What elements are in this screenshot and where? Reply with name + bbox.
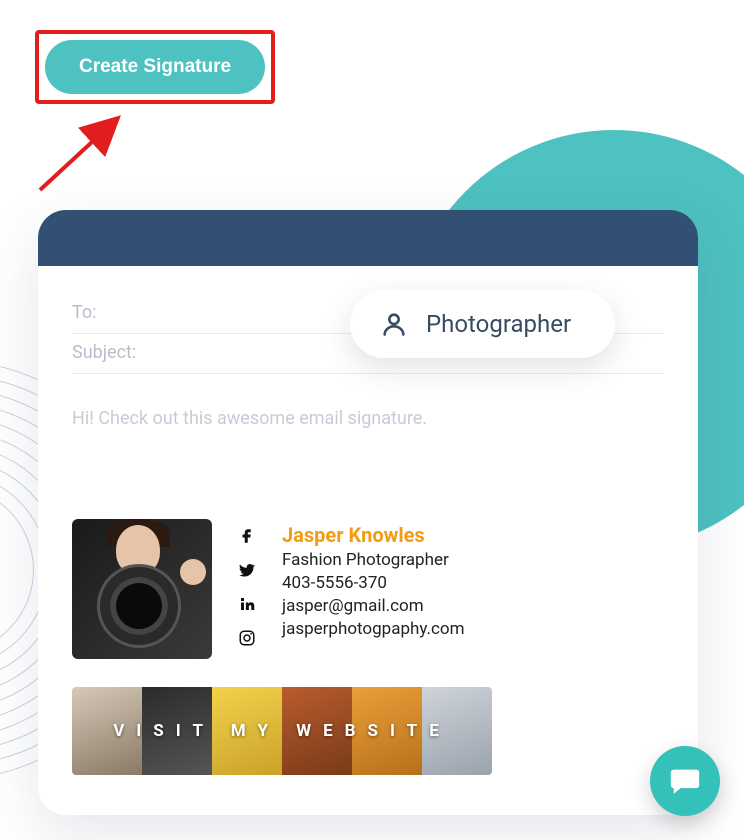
avatar: [72, 519, 212, 659]
facebook-icon[interactable]: [238, 527, 256, 545]
signature-banner[interactable]: VISIT MY WEBSITE: [72, 687, 492, 775]
annotation-arrow-icon: [30, 110, 140, 200]
banner-text: VISIT MY WEBSITE: [72, 687, 492, 775]
category-pill-label: Photographer: [426, 310, 571, 338]
card-header-bar: [38, 210, 698, 266]
signature-info: Jasper Knowles Fashion Photographer 403-…: [282, 519, 465, 639]
category-pill: Photographer: [350, 290, 615, 358]
signature-name: Jasper Knowles: [282, 523, 465, 547]
chat-button[interactable]: [650, 746, 720, 816]
create-signature-button[interactable]: Create Signature: [45, 40, 265, 94]
signature-phone: 403-5556-370: [282, 573, 465, 593]
social-icons-column: [238, 519, 256, 647]
annotation-highlight: Create Signature: [35, 30, 275, 104]
email-body-text: Hi! Check out this awesome email signatu…: [72, 408, 664, 429]
to-label: To:: [72, 302, 97, 323]
signature-block: Jasper Knowles Fashion Photographer 403-…: [72, 519, 664, 775]
signature-website: jasperphotogpaphy.com: [282, 619, 465, 639]
subject-label: Subject:: [72, 342, 136, 363]
chat-icon: [668, 764, 702, 798]
signature-title: Fashion Photographer: [282, 550, 465, 570]
instagram-icon[interactable]: [238, 629, 256, 647]
twitter-icon[interactable]: [238, 561, 256, 579]
linkedin-icon[interactable]: [238, 595, 256, 613]
signature-email: jasper@gmail.com: [282, 596, 465, 616]
person-icon: [380, 310, 408, 338]
